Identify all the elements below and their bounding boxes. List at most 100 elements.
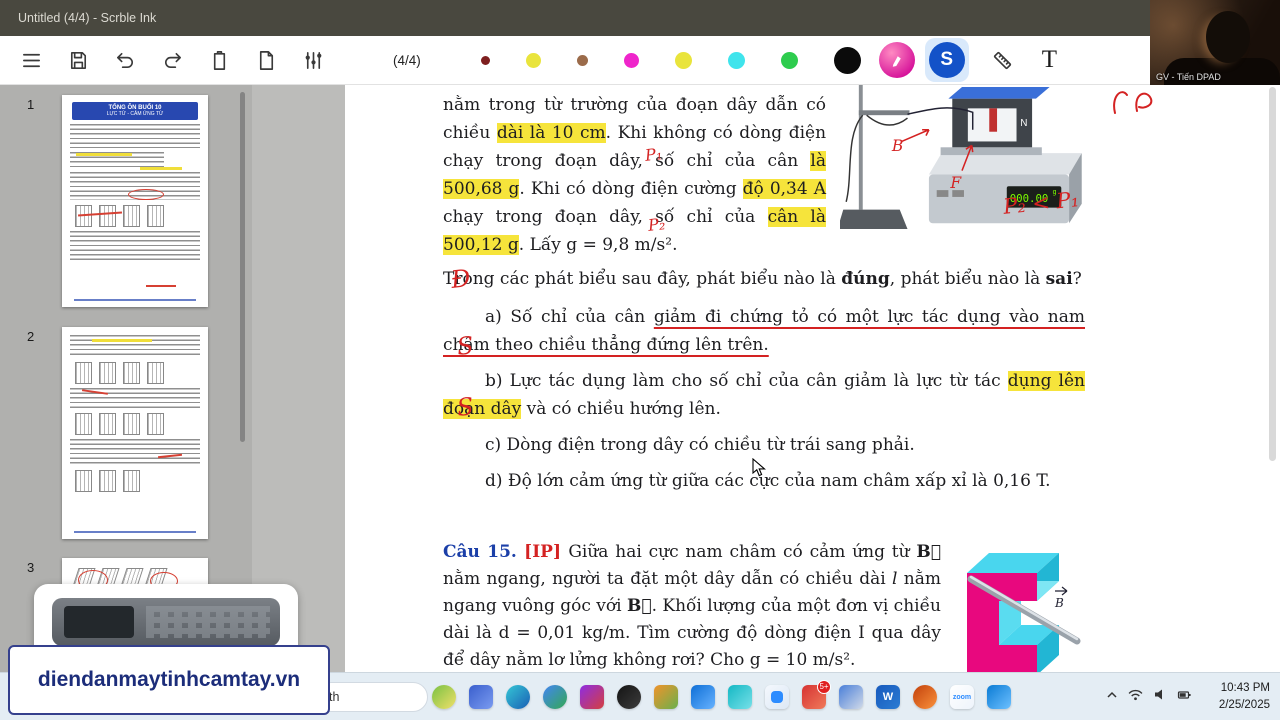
word-icon-label: W	[882, 691, 894, 703]
hamburger-icon	[23, 53, 40, 67]
settings-button[interactable]	[290, 39, 337, 81]
annotation-p2: P₂	[647, 214, 667, 235]
page-icon	[259, 50, 274, 70]
annotation-b-vector: B	[891, 137, 903, 155]
document-scrollbar[interactable]	[1269, 87, 1276, 461]
palette-cyan[interactable]	[727, 51, 745, 69]
watermark-text: diendanmaytinhcamtay.vn	[37, 668, 301, 691]
word-icon[interactable]: W	[876, 685, 900, 709]
magnet-pole-label: N	[1020, 118, 1027, 129]
menu-button[interactable]	[8, 39, 55, 81]
statement-b: b) Lực tác dụng làm cho số chỉ của cân g…	[443, 371, 1085, 419]
undo-icon	[117, 52, 133, 68]
app-blue-icon[interactable]	[469, 685, 493, 709]
thumb-number-2: 2	[27, 329, 35, 344]
zoom-meeting-icon-glyph	[771, 691, 783, 703]
microsoft-store-icon[interactable]	[691, 685, 715, 709]
redo-icon	[165, 52, 181, 68]
annotation-squiggle	[1113, 91, 1153, 114]
tray-chevron-icon[interactable]	[1106, 689, 1118, 701]
thumb-number-3: 3	[27, 560, 35, 575]
scrble-pen-button[interactable]: S	[928, 42, 965, 78]
palette-black[interactable]	[833, 46, 861, 74]
webcam-overlay: GV - Tiến DPAD	[1150, 0, 1280, 85]
powerpoint-icon[interactable]	[913, 685, 937, 709]
ruler-icon	[993, 51, 1011, 69]
clipboard-icon	[213, 50, 226, 70]
palette-green[interactable]	[780, 51, 798, 69]
palette-magenta[interactable]	[623, 52, 639, 68]
undo-button[interactable]	[102, 39, 149, 81]
annotation-p1: P₁	[644, 144, 664, 165]
sliders-icon	[305, 51, 322, 69]
paragraph-question: Trong các phát biểu sau đây, phát biểu n…	[443, 269, 1082, 289]
taskbar-search[interactable]: th	[316, 682, 428, 712]
page-thumbnail-1[interactable]: TỔNG ÔN BUỔI 10 LỰC TỪ - CẢM ỨNG TỪ	[62, 95, 208, 307]
statement-a: a) Số chỉ của cân giảm đi chứng tỏ có mộ…	[443, 307, 1085, 355]
pen-icon	[892, 56, 901, 67]
calculator-image	[52, 598, 280, 646]
paste-button[interactable]	[196, 39, 243, 81]
clock-date: 2/25/2025	[1218, 698, 1270, 711]
pen-tool-button[interactable]	[878, 42, 915, 78]
eraser-button[interactable]	[979, 39, 1026, 81]
annotation-mark-a: Đ	[449, 264, 472, 294]
sidebar-scrollbar[interactable]	[240, 92, 245, 442]
calculator-keys	[146, 606, 270, 638]
search-text: th	[329, 690, 340, 704]
watermark-card: diendanmaytinhcamtay.vn	[8, 645, 330, 715]
text-tool-button[interactable]: T	[1036, 46, 1063, 74]
palette-yellow[interactable]	[674, 51, 692, 69]
palette-yellow-small[interactable]	[525, 52, 541, 68]
clock-time: 10:43 PM	[1220, 682, 1270, 694]
floppy-icon	[70, 51, 87, 69]
thumb-number-1: 1	[27, 97, 35, 112]
app-purple-red-icon[interactable]	[580, 685, 604, 709]
save-button[interactable]	[55, 39, 102, 81]
calculator-app-icon[interactable]	[839, 685, 863, 709]
annotation-mark-b: S	[455, 331, 475, 361]
meet-camera-icon[interactable]	[987, 685, 1011, 709]
notification-app-icon[interactable]: 5+	[802, 680, 831, 709]
thumb1-header: TỔNG ÔN BUỔI 10 LỰC TỪ - CẢM ỨNG TỪ	[72, 102, 198, 120]
wifi-icon[interactable]	[1128, 688, 1143, 701]
cau15-section: B Câu 15. [IP] Giữa hai cực nam châm có …	[443, 539, 1085, 672]
new-page-button[interactable]	[243, 39, 290, 81]
calculator-screen	[64, 606, 134, 638]
document-content: N 000.00 g B F nằm trong từ trường của đ…	[443, 85, 1085, 672]
window-titlebar: Untitled (4/4) - Scrble Ink	[0, 0, 1280, 36]
document-page[interactable]: N 000.00 g B F nằm trong từ trường của đ…	[345, 85, 1280, 672]
store-color-icon[interactable]	[654, 685, 678, 709]
battery-icon[interactable]	[1177, 689, 1192, 701]
page-thumbnail-2[interactable]	[62, 327, 208, 539]
page-indicator: (4/4)	[393, 52, 421, 68]
taskbar-apps: 5+ Wzoom	[432, 680, 1011, 709]
notification-app-icon-badge: 5+	[817, 680, 831, 694]
pen-tools: S T	[878, 38, 1063, 82]
volume-icon[interactable]	[1153, 688, 1167, 701]
webcam-label: GV - Tiến DPAD	[1156, 72, 1221, 82]
system-tray	[1106, 688, 1192, 701]
chrome-browser-icon[interactable]	[543, 685, 567, 709]
statement-c: c) Dòng điện trong dây có chiều từ trái …	[485, 435, 915, 455]
edge-browser-icon[interactable]	[506, 685, 530, 709]
window-title: Untitled (4/4) - Scrble Ink	[18, 11, 157, 25]
annotation-mark-c: S	[455, 392, 475, 422]
obs-studio-icon[interactable]	[617, 685, 641, 709]
taskbar-clock[interactable]: 10:43 PM 2/25/2025	[1219, 680, 1270, 713]
palette-darkred[interactable]	[480, 55, 490, 65]
palette-brown[interactable]	[576, 54, 588, 66]
redo-button[interactable]	[149, 39, 196, 81]
zoom-app-icon[interactable]: zoom	[950, 685, 974, 709]
selected-tool-highlight: S	[924, 38, 969, 82]
toolbar: (4/4) S T	[0, 36, 1280, 85]
mouse-cursor	[752, 458, 766, 477]
zoom-app-icon-label: zoom	[952, 693, 972, 701]
annotation-f-vector: F	[949, 174, 962, 192]
person-head	[1206, 11, 1250, 63]
teams-chat-icon[interactable]	[728, 685, 752, 709]
color-palette	[480, 46, 861, 74]
u-magnet-figure: B	[955, 543, 1085, 672]
zoom-meeting-icon[interactable]	[765, 685, 789, 709]
weather-widget-icon[interactable]	[432, 685, 456, 709]
